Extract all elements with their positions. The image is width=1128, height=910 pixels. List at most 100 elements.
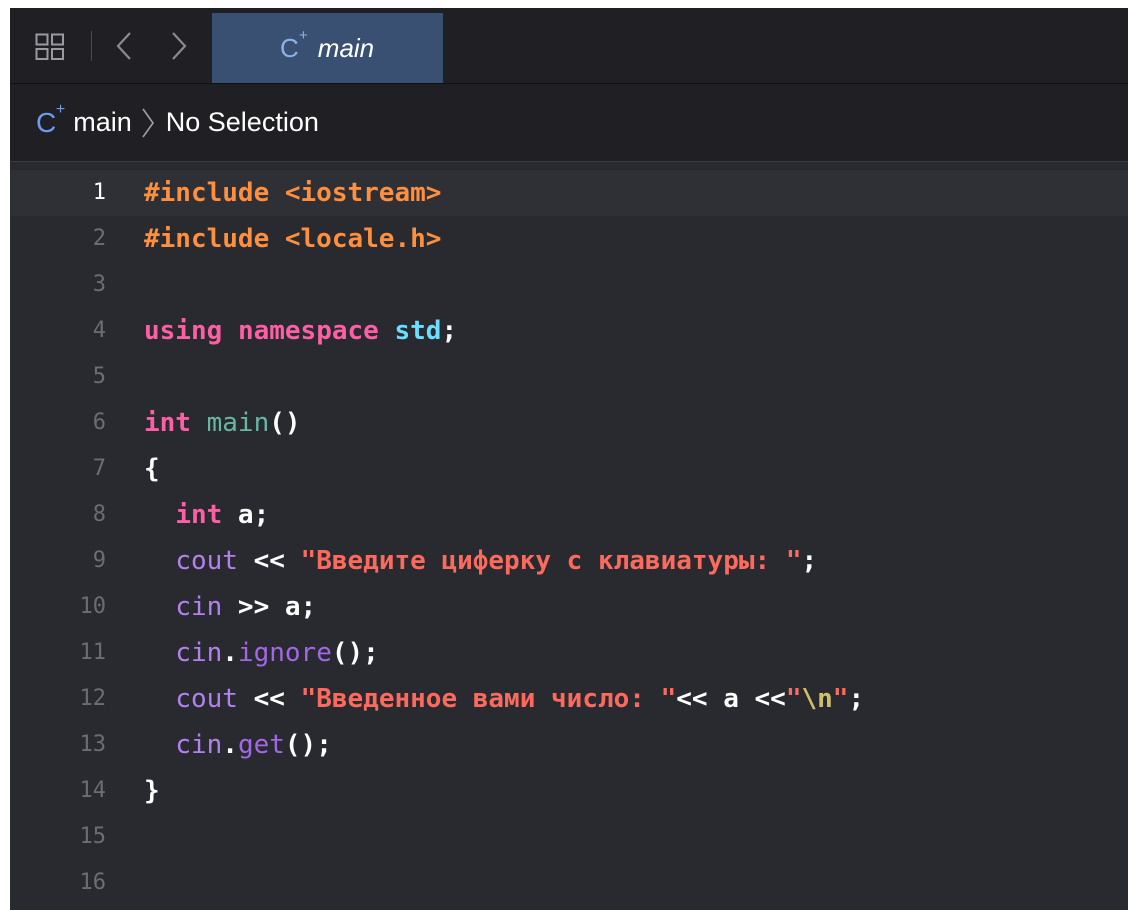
code-token: << — [237, 684, 301, 714]
code-token: main — [206, 408, 270, 438]
code-line[interactable]: 9 cout << "Введите циферку с клавиатуры:… — [10, 538, 1128, 584]
code-token: using — [144, 316, 223, 346]
code-token: " — [785, 684, 802, 714]
code-text[interactable]: #include <iostream> — [144, 170, 441, 216]
code-text[interactable]: cin >> a; — [144, 584, 316, 630]
code-token: cin — [175, 730, 223, 760]
code-token: cin — [175, 638, 223, 668]
code-token: . — [222, 638, 238, 668]
line-number: 11 — [79, 640, 107, 665]
editor-window: C + main C + main No Selection 1 #include <… — [10, 8, 1128, 910]
line-number: 12 — [79, 686, 107, 711]
code-token: >> a; — [222, 592, 317, 622]
code-line[interactable]: 1 #include <iostream> — [10, 170, 1128, 216]
code-token: namespace — [237, 316, 379, 346]
code-token: ; — [441, 316, 458, 346]
code-token: ; — [848, 684, 865, 714]
code-text[interactable]: using namespace std; — [144, 308, 457, 354]
code-text[interactable]: cin.ignore(); — [144, 630, 379, 676]
chevron-right-icon[interactable] — [165, 30, 191, 62]
code-editor[interactable]: 1 #include <iostream> 2 #include <locale.h>… — [10, 162, 1128, 910]
code-text[interactable]: { — [144, 446, 160, 492]
code-token: a; — [222, 500, 270, 530]
line-number: 6 — [92, 410, 106, 435]
code-token: std — [394, 316, 442, 346]
code-line[interactable]: 5 — [10, 354, 1128, 400]
code-line[interactable]: 8 int a; — [10, 492, 1128, 538]
code-token: ; — [801, 546, 818, 576]
line-number: 14 — [79, 778, 107, 803]
code-text[interactable]: cin.get(); — [144, 722, 332, 768]
code-text[interactable]: } — [144, 768, 160, 814]
code-text[interactable]: int main() — [144, 400, 301, 446]
code-token: #include <locale.h> — [144, 224, 442, 254]
code-token: << a << — [676, 684, 786, 714]
code-token: " — [832, 684, 849, 714]
breadcrumb-selection[interactable]: No Selection — [166, 107, 319, 138]
code-line[interactable]: 11 cin.ignore(); — [10, 630, 1128, 676]
code-line[interactable]: 14} — [10, 768, 1128, 814]
code-line[interactable]: 15 — [10, 814, 1128, 860]
tab-bar-divider — [91, 31, 92, 61]
line-number: 5 — [92, 364, 106, 389]
code-token: \n — [801, 684, 833, 714]
cpp-file-icon: C + — [280, 26, 308, 63]
tab-label: main — [317, 32, 375, 63]
breadcrumb-file[interactable]: main — [73, 107, 132, 138]
line-number: 7 — [92, 456, 106, 481]
code-token: cout — [175, 684, 238, 714]
line-number: 3 — [92, 272, 106, 297]
code-line[interactable]: 6 int main() — [10, 400, 1128, 446]
tab-bar: C + main — [10, 8, 1128, 84]
code-line[interactable]: 7{ — [10, 446, 1128, 492]
code-text[interactable]: cout << "Введенное вами число: "<< a <<"… — [144, 676, 864, 722]
code-token: (); — [331, 638, 379, 668]
code-line[interactable]: 16 — [10, 860, 1128, 906]
code-token: "Введите циферку с клавиатуры: " — [300, 546, 802, 576]
code-token: int — [175, 500, 223, 530]
cpp-file-icon: C + — [36, 100, 66, 138]
tab-main[interactable]: C + main — [212, 13, 443, 83]
code-text[interactable]: cout << "Введите циферку с клавиатуры: "… — [144, 538, 817, 584]
code-token: () — [269, 408, 301, 438]
code-line[interactable]: 12 cout << "Введенное вами число: "<< a … — [10, 676, 1128, 722]
code-token: cout — [175, 546, 238, 576]
code-line[interactable]: 4 using namespace std; — [10, 308, 1128, 354]
line-number: 4 — [92, 318, 106, 343]
code-token: << — [237, 546, 301, 576]
code-text[interactable]: int a; — [144, 492, 269, 538]
code-token: #include <iostream> — [144, 178, 442, 208]
code-token: get — [237, 730, 285, 760]
code-line[interactable]: 13 cin.get(); — [10, 722, 1128, 768]
line-number: 9 — [92, 548, 106, 573]
code-token: (); — [284, 730, 332, 760]
code-token: cin — [175, 592, 223, 622]
code-line[interactable]: 3 — [10, 262, 1128, 308]
chevron-right-icon — [142, 108, 154, 137]
line-number: 13 — [79, 732, 107, 757]
code-token: int — [144, 408, 191, 438]
code-line[interactable]: 2 #include <locale.h> — [10, 216, 1128, 262]
chevron-left-icon[interactable] — [112, 30, 138, 62]
code-line[interactable]: 10 cin >> a; — [10, 584, 1128, 630]
grid-icon[interactable] — [35, 33, 65, 61]
line-number: 16 — [79, 870, 107, 895]
line-number: 15 — [79, 824, 107, 849]
code-token: { — [144, 454, 160, 484]
code-token: "Введенное вами число: " — [300, 684, 677, 714]
line-number: 8 — [92, 502, 106, 527]
code-text[interactable]: #include <locale.h> — [144, 216, 441, 262]
line-number: 10 — [79, 594, 107, 619]
line-number: 2 — [92, 226, 106, 251]
line-number: 1 — [92, 180, 106, 205]
code-token: } — [144, 776, 160, 806]
